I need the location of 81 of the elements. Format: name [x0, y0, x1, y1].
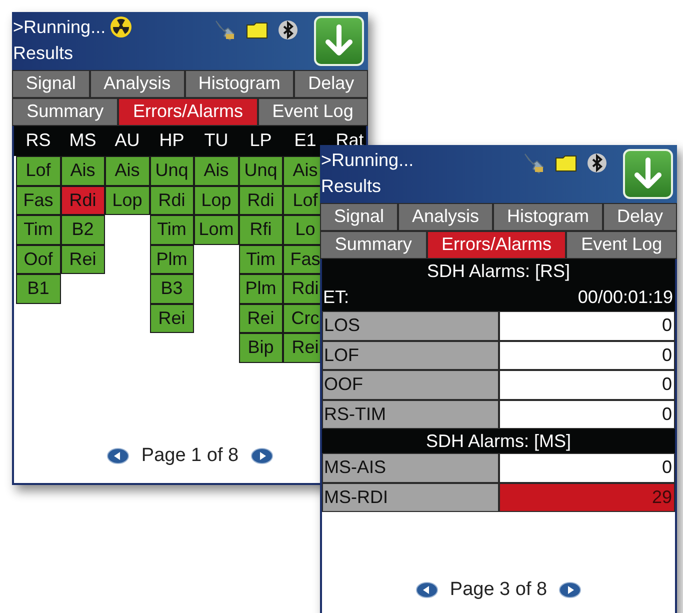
tab[interactable]: Analysis: [398, 203, 494, 231]
tab[interactable]: Errors/Alarms: [426, 231, 566, 259]
alarm-cell: Rfi: [238, 215, 283, 244]
tab[interactable]: Summary: [320, 231, 427, 259]
previous-page-icon[interactable]: [107, 448, 130, 464]
alarm-label: MS-RDI: [322, 482, 498, 512]
alarm-count: 29: [498, 482, 675, 512]
tab[interactable]: Analysis: [90, 70, 185, 98]
tab[interactable]: Event Log: [566, 231, 677, 259]
column-header: LP: [248, 129, 273, 152]
cable-icon: [523, 151, 545, 175]
tab[interactable]: Delay: [603, 203, 677, 231]
folder-icon: [555, 154, 577, 172]
alarm-cell: Rei: [238, 304, 283, 333]
alarm-count: 0: [498, 340, 675, 370]
tab[interactable]: Histogram: [493, 203, 604, 231]
alarm-label: OOF: [322, 370, 498, 400]
download-button[interactable]: [314, 16, 364, 66]
column-header: HP: [158, 129, 186, 152]
alarm-cell: B2: [60, 215, 105, 244]
alarm-cell: Bip: [238, 333, 283, 362]
alarm-cell: Rei: [150, 304, 194, 333]
column-header: MS: [68, 129, 98, 152]
alarm-cell: Ais: [60, 156, 105, 186]
alarm-cell: Rdi: [238, 186, 283, 215]
alarm-cell: Plm: [150, 244, 194, 274]
bluetooth-icon: [587, 153, 607, 173]
alarm-count: 0: [498, 400, 675, 429]
alarm-count: 0: [498, 311, 675, 340]
page-indicator: Page 3 of 8: [450, 579, 548, 601]
column-header: E1: [293, 129, 318, 152]
alarm-label: MS-AIS: [322, 453, 498, 482]
alarm-cell: Unq: [238, 156, 283, 186]
alarm-cell: Rdi: [60, 186, 105, 215]
alarm-cell: B3: [150, 274, 194, 304]
download-arrow-icon: [632, 157, 664, 191]
column-header: TU: [203, 129, 230, 152]
elapsed-time: 00/00:01:19: [578, 286, 673, 309]
download-arrow-icon: [323, 24, 355, 58]
download-button[interactable]: [623, 149, 673, 199]
tab[interactable]: Errors/Alarms: [118, 98, 258, 126]
section-heading: SDH Alarms: [MS]: [322, 429, 675, 453]
bluetooth-icon: [278, 20, 298, 40]
alarm-cell: B1: [16, 274, 60, 304]
alarm-cell: Rei: [60, 244, 105, 274]
alarm-label: LOF: [322, 340, 498, 370]
alarm-cell: Ais: [194, 156, 238, 186]
tab[interactable]: Histogram: [184, 70, 294, 98]
alarm-cell: Lom: [194, 215, 238, 244]
alarm-cell: Lop: [105, 186, 150, 215]
alarm-cell: Plm: [238, 274, 283, 304]
alarm-cell: Ais: [105, 156, 150, 186]
screen-title: Results: [13, 42, 74, 65]
column-header: AU: [114, 129, 141, 152]
next-page-icon[interactable]: [559, 582, 582, 598]
alarm-cell: Fas: [16, 186, 60, 215]
page-indicator: Page 1 of 8: [141, 445, 239, 467]
alarm-cell: Lop: [194, 186, 238, 215]
tab[interactable]: Summary: [12, 98, 118, 126]
tab[interactable]: Signal: [12, 70, 90, 98]
folder-icon: [246, 22, 268, 38]
alarm-cell: Unq: [150, 156, 194, 186]
alarm-label: RS-TIM: [322, 400, 498, 429]
alarm-cell: Lof: [16, 156, 60, 186]
cable-icon: [214, 18, 236, 42]
alarm-cell: Tim: [150, 215, 194, 244]
next-page-icon[interactable]: [250, 448, 273, 464]
previous-page-icon[interactable]: [416, 582, 438, 598]
tab[interactable]: Delay: [294, 70, 368, 98]
alarm-cell: Oof: [16, 244, 60, 274]
alarm-count: 0: [498, 453, 675, 482]
alarm-count: 0: [498, 370, 675, 400]
column-header: RS: [24, 129, 52, 152]
alarm-label: LOS: [322, 311, 498, 340]
tab[interactable]: Event Log: [258, 98, 368, 126]
status-text: >Running...: [13, 16, 106, 39]
alarm-cell: Tim: [16, 215, 60, 244]
alarm-cell: Tim: [238, 244, 283, 274]
tab[interactable]: Signal: [320, 203, 398, 231]
section-heading: SDH Alarms: [RS]: [322, 259, 675, 283]
alarm-cell: Rdi: [150, 186, 194, 215]
